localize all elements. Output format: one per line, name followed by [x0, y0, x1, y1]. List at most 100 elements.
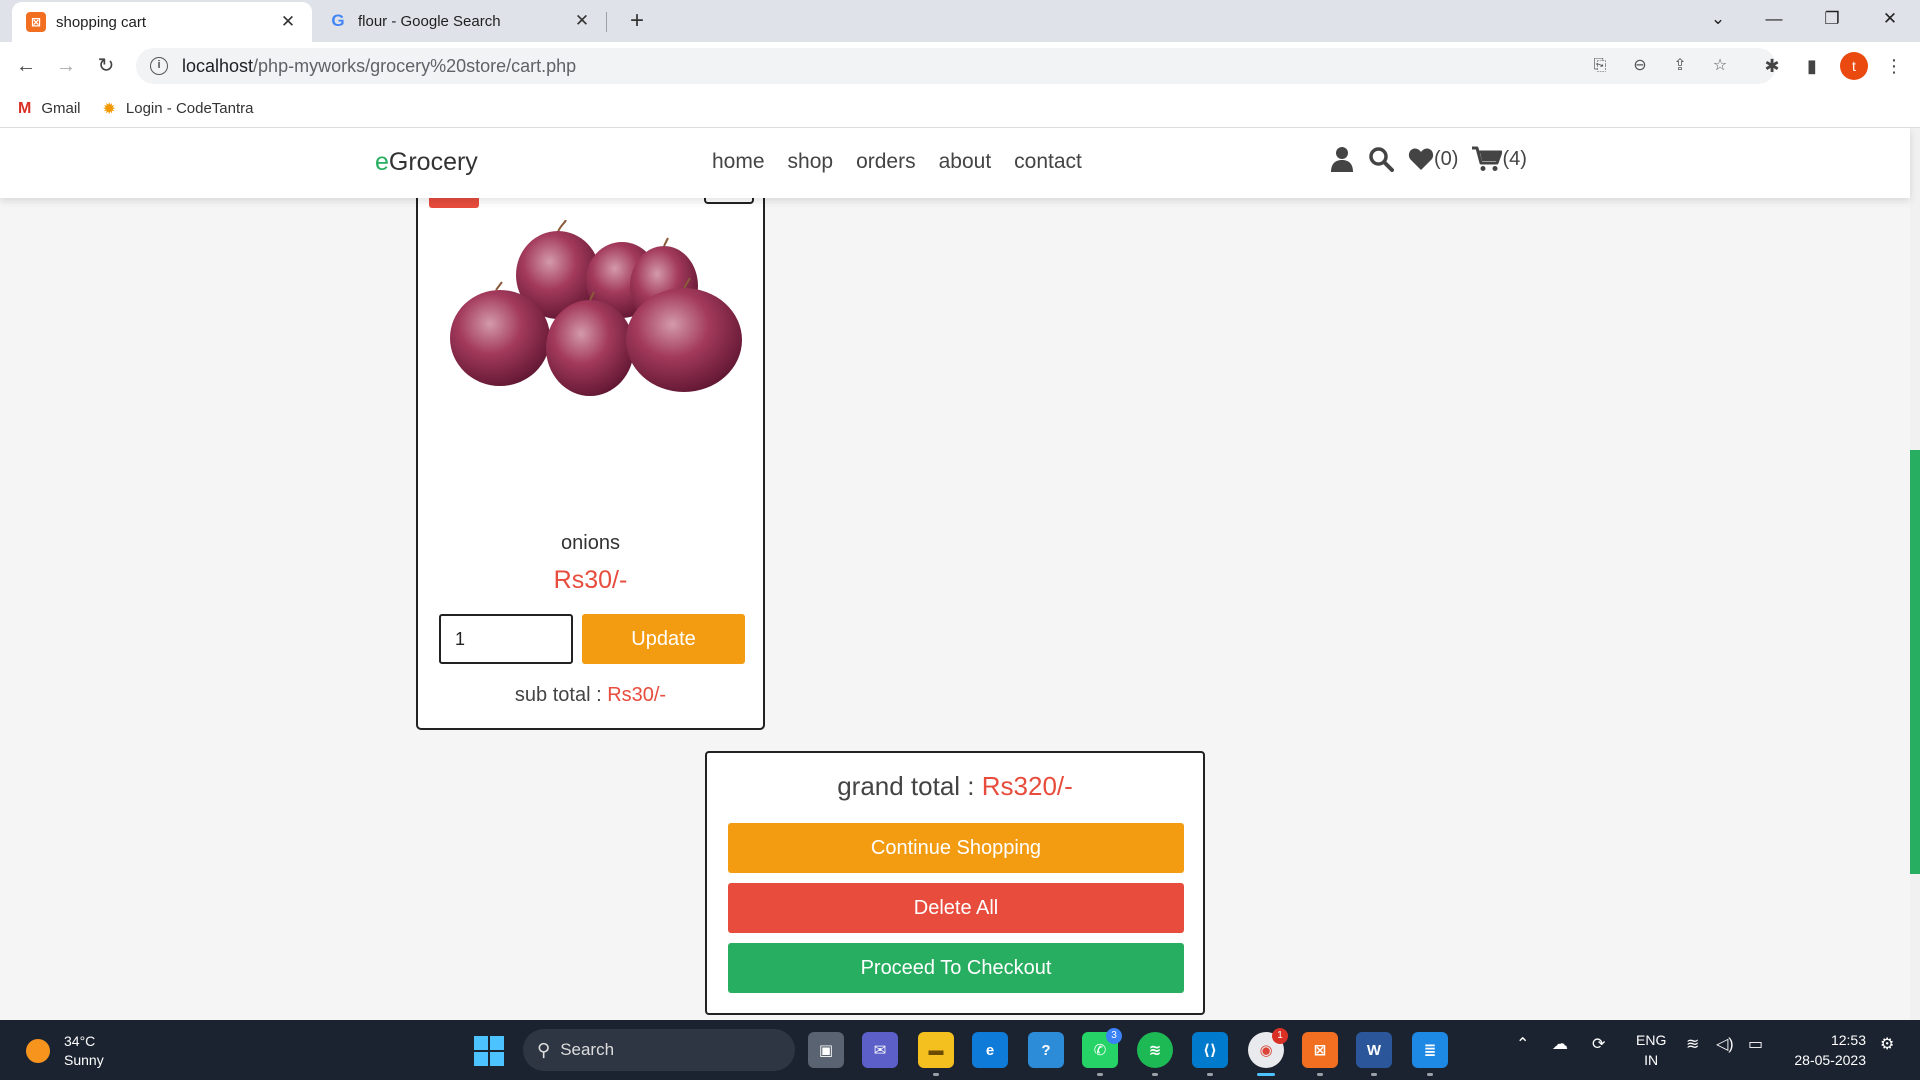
site-logo[interactable]: eGrocery	[375, 148, 478, 177]
bookmarks-bar: M Gmail ✹ Login - CodeTantra	[0, 90, 1920, 128]
close-icon[interactable]: ✕	[278, 12, 298, 32]
tray-chevron-icon[interactable]: ⌃	[1516, 1034, 1529, 1054]
menu-kebab-icon[interactable]: ⋮	[1880, 54, 1908, 78]
share-icon[interactable]: ⇪	[1666, 54, 1694, 78]
spotify-icon[interactable]: ≋	[1137, 1032, 1173, 1076]
cart-item-card: ✕ onions Rs30/- 1 Update sub tot	[416, 158, 765, 730]
restore-icon[interactable]: ❐	[1804, 0, 1860, 38]
onedrive-icon[interactable]: ☁	[1552, 1034, 1568, 1054]
site-header: eGrocery home shop orders about contact …	[0, 128, 1910, 198]
sync-icon[interactable]: ⟳	[1592, 1034, 1605, 1054]
sun-icon	[26, 1039, 50, 1063]
teams-chat-icon[interactable]: ✉	[862, 1032, 898, 1068]
notepad-icon[interactable]: ≣	[1412, 1032, 1448, 1076]
nav-contact[interactable]: contact	[1014, 150, 1082, 174]
product-price: Rs30/-	[553, 566, 628, 594]
whatsapp-badge: 3	[1106, 1028, 1122, 1044]
back-arrow-icon[interactable]: ←	[10, 50, 42, 82]
help-icon[interactable]: ?	[1028, 1032, 1064, 1068]
checkout-button[interactable]: Proceed To Checkout	[728, 943, 1184, 993]
windows-start-icon[interactable]	[474, 1036, 504, 1066]
nav-about[interactable]: about	[939, 150, 992, 174]
reload-icon[interactable]: ↻	[90, 50, 122, 82]
quantity-input[interactable]: 1	[439, 614, 573, 664]
lang-line-2: IN	[1644, 1052, 1659, 1068]
profile-avatar[interactable]: t	[1840, 52, 1868, 80]
taskbar-search-label: Search	[560, 1040, 615, 1059]
notifications-icon[interactable]: ⚙	[1880, 1034, 1894, 1054]
lang-line-1: ENG	[1636, 1032, 1667, 1048]
chrome-badge: 1	[1272, 1028, 1288, 1044]
codetantra-icon: ✹	[102, 100, 116, 118]
gmail-icon: M	[18, 99, 32, 117]
taskbar-search[interactable]: ⚲ Search	[523, 1029, 795, 1071]
browser-toolbar: ← → ↻ i localhost/php-myworks/grocery%20…	[0, 42, 1920, 90]
xampp-icon: ⊠	[26, 12, 46, 32]
forward-arrow-icon[interactable]: →	[50, 50, 82, 82]
clock-time: 12:53	[1830, 1032, 1866, 1048]
bookmark-star-icon[interactable]: ☆	[1706, 54, 1734, 78]
page-scrollbar[interactable]	[1910, 128, 1920, 1020]
update-button[interactable]: Update	[582, 614, 745, 664]
tab-title: shopping cart	[56, 13, 147, 31]
cart-count: (4)	[1502, 147, 1527, 170]
item-subtotal: sub total : Rs30/-	[514, 684, 667, 706]
tab-google-search[interactable]: G flour - Google Search ✕	[314, 0, 606, 42]
wishlist-link[interactable]: (0)	[1408, 147, 1458, 171]
task-view-icon[interactable]: ▣	[808, 1032, 844, 1068]
wifi-icon[interactable]: ≋	[1686, 1034, 1699, 1054]
search-icon: ⚲	[537, 1039, 551, 1060]
file-explorer-icon[interactable]: ▬	[918, 1032, 954, 1076]
zoom-icon[interactable]: ⊖	[1626, 54, 1654, 78]
nav-orders[interactable]: orders	[856, 150, 916, 174]
grand-total-value: Rs320/-	[981, 771, 1073, 801]
system-clock[interactable]: 12:53 28-05-2023	[1786, 1030, 1866, 1070]
tab-search-chevron-icon[interactable]: ⌄	[1690, 0, 1746, 38]
whatsapp-icon[interactable]: ✆ 3	[1082, 1028, 1122, 1076]
cart-link[interactable]: (4)	[1472, 146, 1527, 172]
page-viewport: eGrocery home shop orders about contact …	[0, 128, 1920, 1020]
minimize-icon[interactable]: —	[1746, 0, 1802, 38]
address-bar[interactable]: i localhost/php-myworks/grocery%20store/…	[136, 48, 1776, 84]
battery-icon[interactable]: ▭	[1748, 1034, 1763, 1054]
continue-shopping-button[interactable]: Continue Shopping	[728, 823, 1184, 873]
weather-widget[interactable]: 34°C Sunny	[26, 1032, 104, 1070]
delete-all-button[interactable]: Delete All	[728, 883, 1184, 933]
bookmark-label: Login - CodeTantra	[125, 100, 254, 117]
scrollbar-thumb[interactable]	[1910, 450, 1920, 874]
close-icon[interactable]: ✕	[572, 11, 592, 31]
main-nav: home shop orders about contact	[712, 150, 1082, 174]
side-panel-icon[interactable]: ▮	[1798, 54, 1826, 78]
xampp-icon[interactable]: ⊠	[1302, 1032, 1338, 1076]
bookmark-gmail[interactable]: M Gmail	[18, 100, 81, 118]
user-icon[interactable]	[1330, 146, 1354, 172]
temperature: 34°C	[64, 1033, 96, 1049]
search-icon[interactable]	[1368, 146, 1394, 172]
translate-icon[interactable]: ⎘	[1586, 54, 1614, 78]
nav-home[interactable]: home	[712, 150, 765, 174]
bookmark-codetantra[interactable]: ✹ Login - CodeTantra	[103, 99, 254, 119]
volume-icon[interactable]: ◁)	[1716, 1034, 1734, 1054]
word-icon[interactable]: W	[1356, 1032, 1392, 1076]
edge-icon[interactable]: e	[972, 1032, 1008, 1068]
nav-shop[interactable]: shop	[788, 150, 834, 174]
language-indicator[interactable]: ENG IN	[1636, 1030, 1666, 1070]
new-tab-button[interactable]: +	[622, 6, 652, 36]
product-name: onions	[561, 532, 620, 554]
tab-shopping-cart[interactable]: ⊠ shopping cart ✕	[12, 2, 312, 42]
bookmark-label: Gmail	[41, 100, 81, 117]
window-close-icon[interactable]: ✕	[1862, 0, 1918, 38]
extensions-icon[interactable]: ✱	[1758, 54, 1786, 78]
site-info-icon[interactable]: i	[150, 57, 168, 75]
windows-taskbar: 34°C Sunny ⚲ Search ▣ ✉ ▬ e ? ✆ 3 ≋ ⟨⟩ ◉ 1…	[0, 1020, 1920, 1080]
chrome-icon[interactable]: ◉ 1	[1248, 1028, 1288, 1076]
tab-strip: ⊠ shopping cart ✕ G flour - Google Searc…	[0, 0, 1920, 42]
product-image	[450, 220, 742, 396]
url-text: localhost/php-myworks/grocery%20store/ca…	[182, 55, 577, 76]
cart-icon	[1472, 146, 1503, 171]
heart-icon	[1408, 148, 1434, 170]
subtotal-value: Rs30/-	[607, 684, 667, 706]
wishlist-count: (0)	[1434, 147, 1459, 170]
header-icons: (0) (4)	[1330, 146, 1527, 172]
vscode-icon[interactable]: ⟨⟩	[1192, 1032, 1228, 1076]
